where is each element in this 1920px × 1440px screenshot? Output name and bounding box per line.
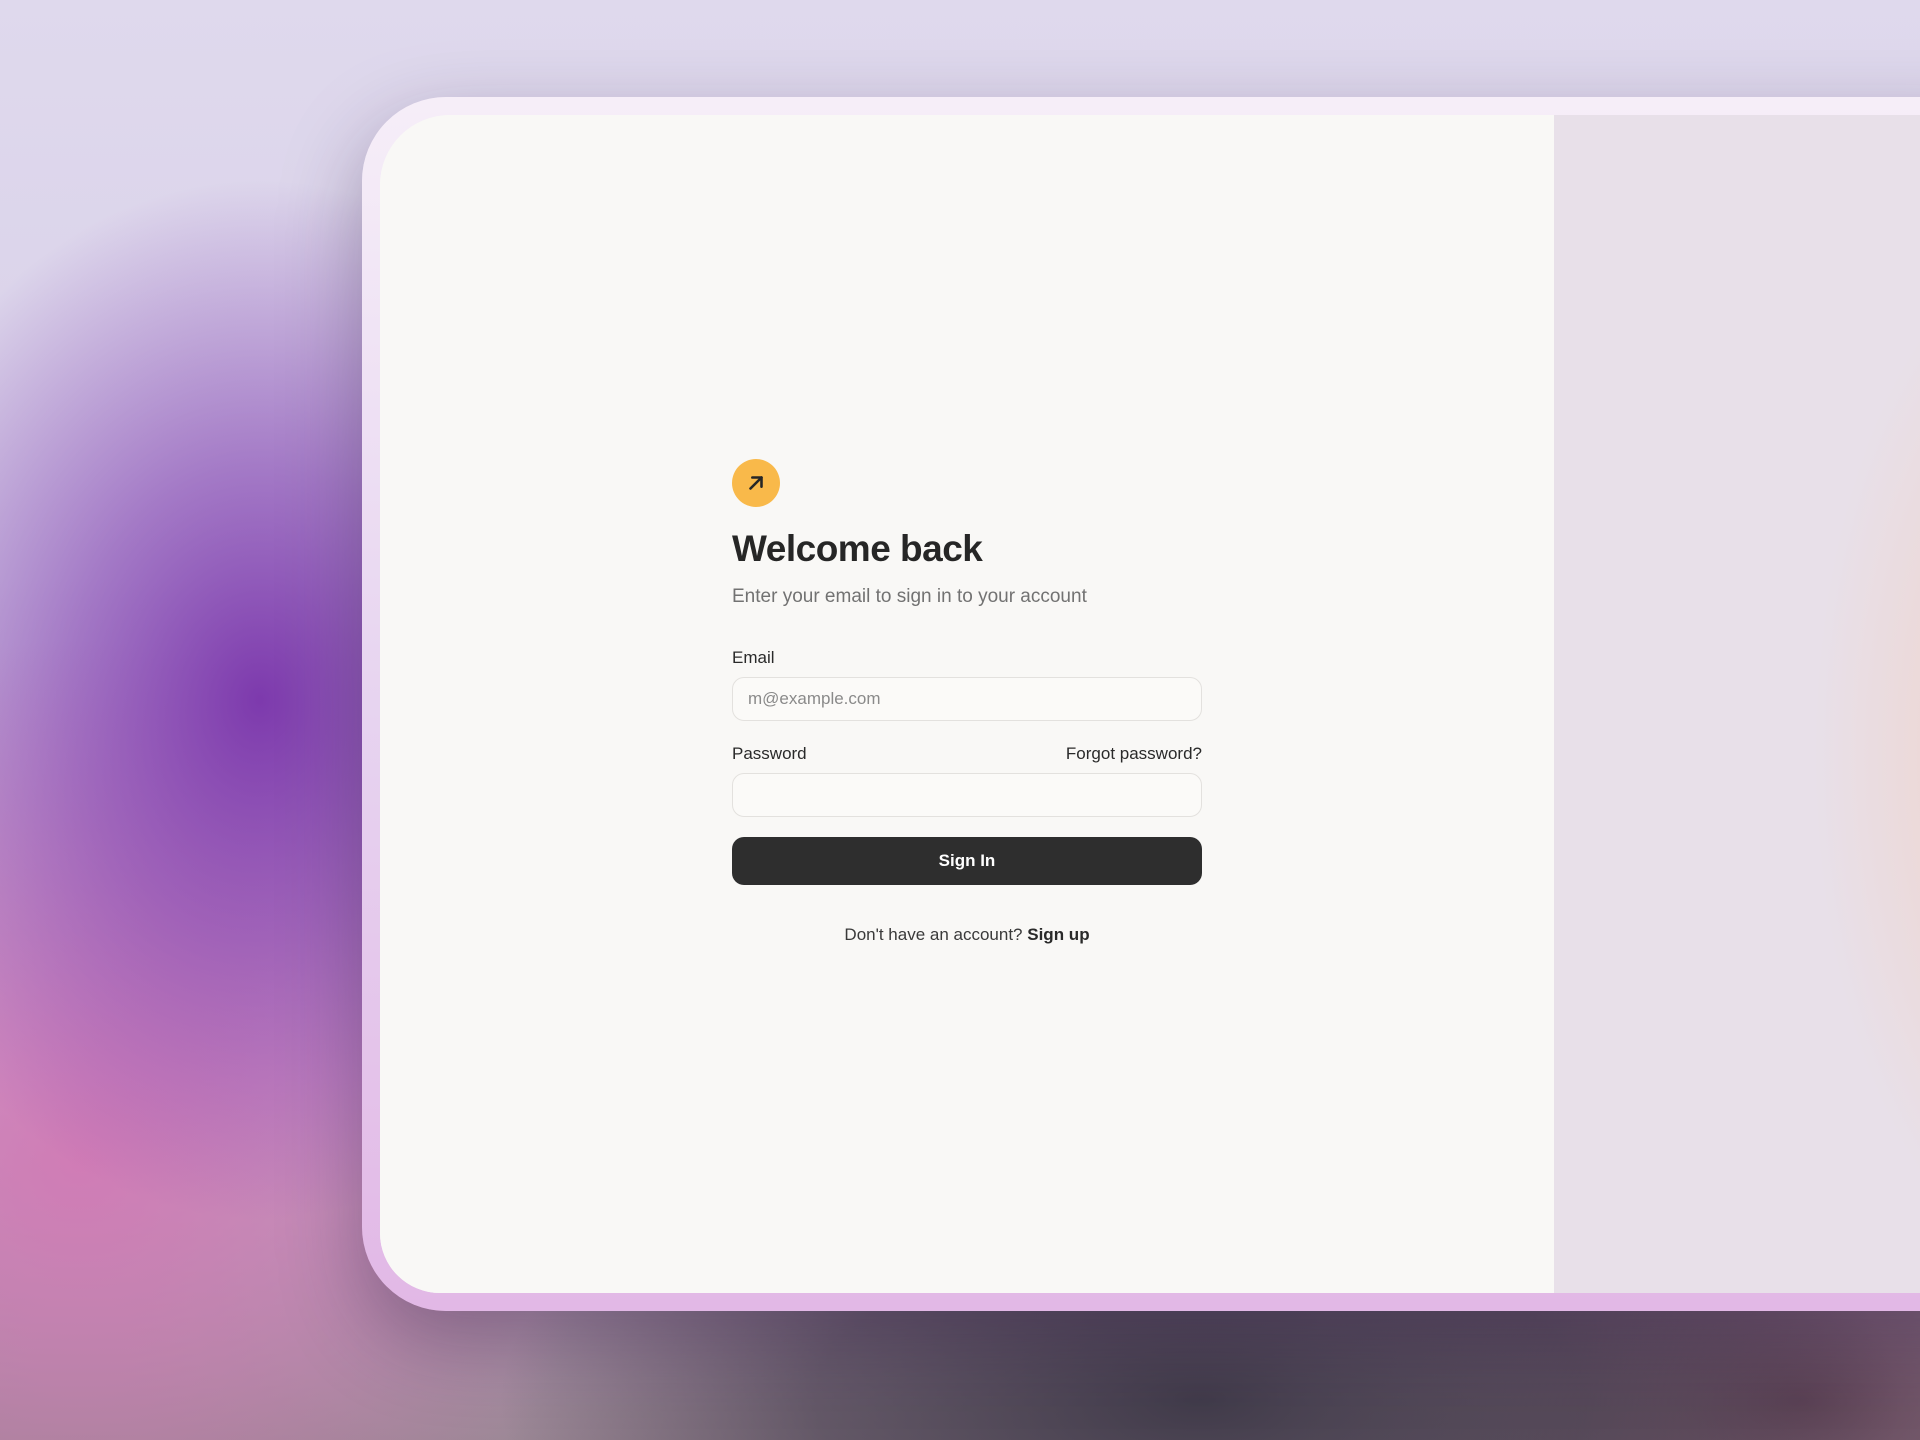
email-field[interactable] <box>732 677 1202 721</box>
sign-in-button[interactable]: Sign In <box>732 837 1202 885</box>
login-panel: Welcome back Enter your email to sign in… <box>380 115 1554 1293</box>
page-subtitle: Enter your email to sign in to your acco… <box>732 586 1087 607</box>
login-form: Welcome back Enter your email to sign in… <box>732 459 1202 945</box>
logo <box>732 459 780 507</box>
password-field[interactable] <box>732 773 1202 817</box>
signup-prompt: Don't have an account? Sign up <box>732 925 1202 945</box>
email-label-row: Email <box>732 647 1202 669</box>
password-label-row: Password Forgot password? <box>732 743 1202 765</box>
decorative-panel <box>1554 115 1920 1293</box>
no-account-text: Don't have an account? <box>844 925 1023 944</box>
app-screen: Welcome back Enter your email to sign in… <box>380 115 1920 1293</box>
arrow-up-right-icon <box>749 476 763 490</box>
page-title: Welcome back <box>732 528 983 569</box>
email-label: Email <box>732 648 775 667</box>
sign-up-link[interactable]: Sign up <box>1027 925 1089 944</box>
password-label: Password <box>732 744 807 763</box>
forgot-password-link[interactable]: Forgot password? <box>1066 743 1202 765</box>
